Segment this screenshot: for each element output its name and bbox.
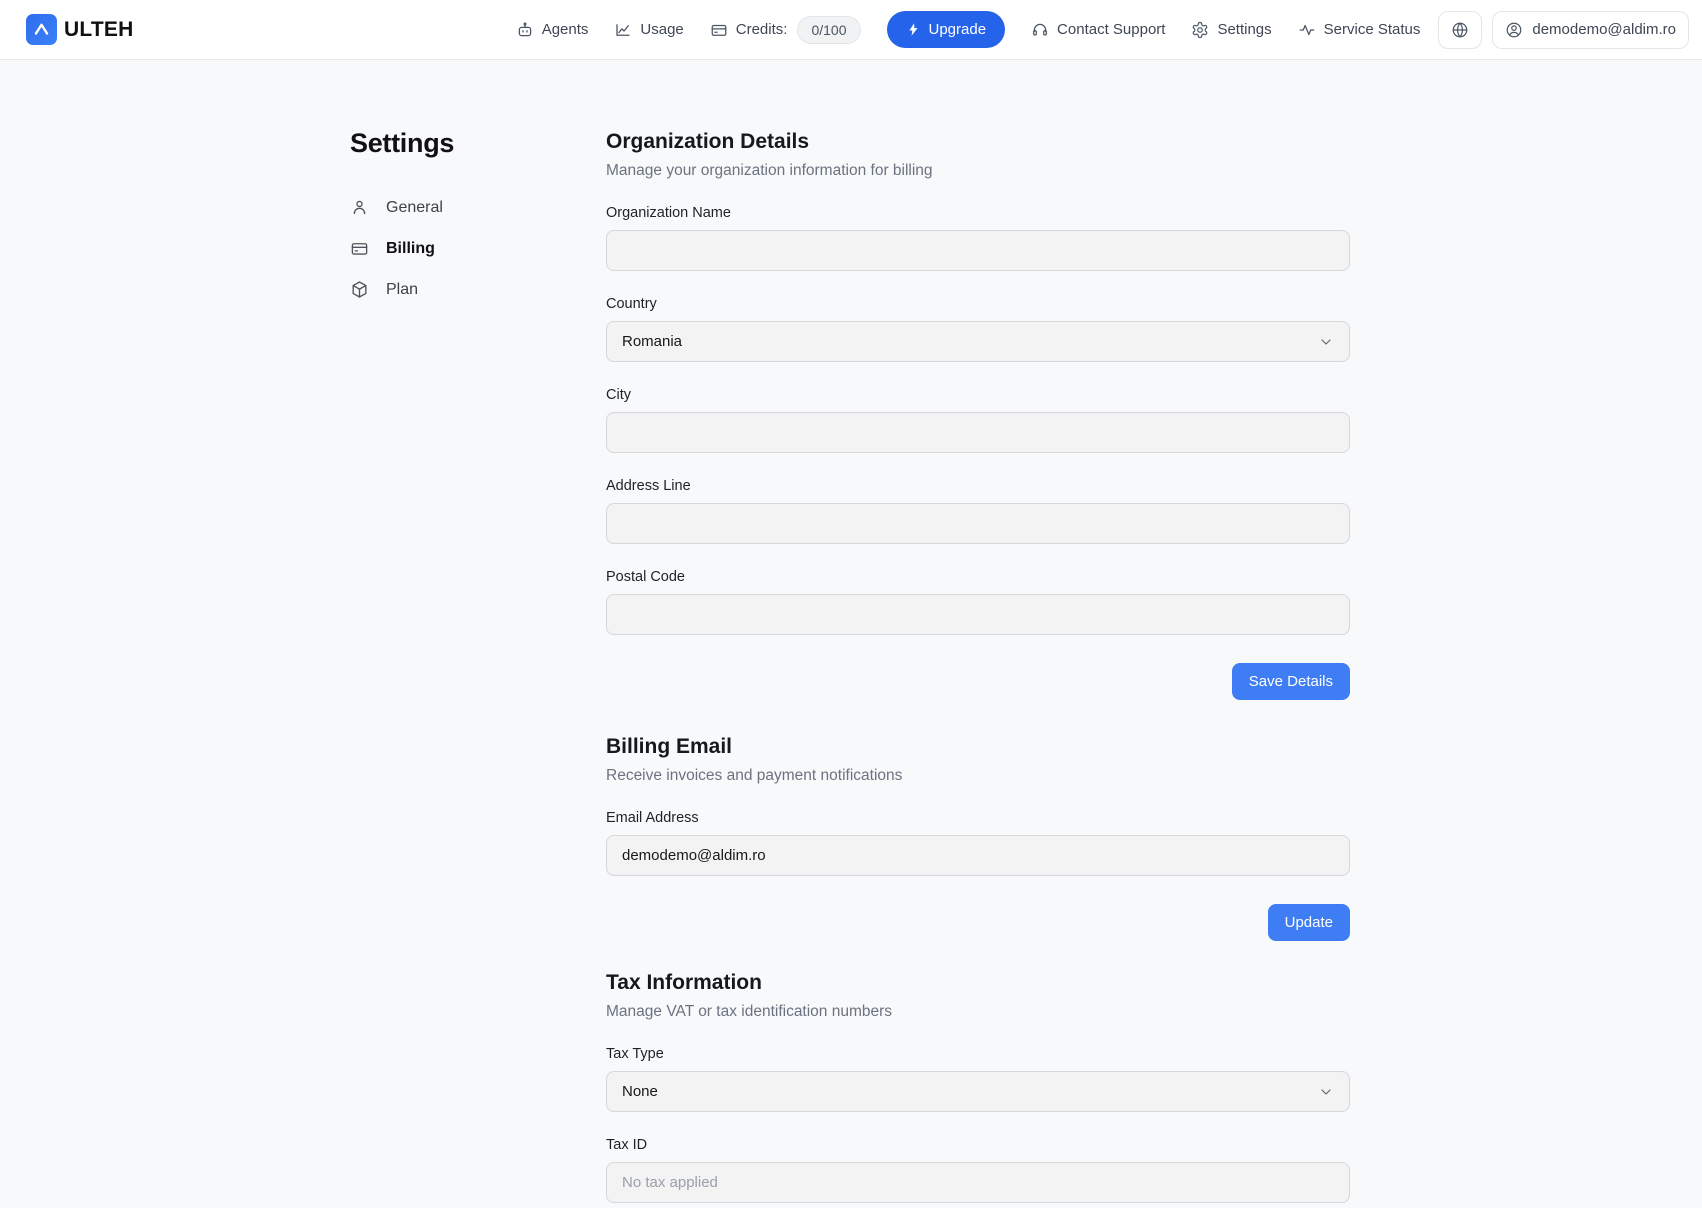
tax-id-group: Tax ID xyxy=(606,1136,1350,1203)
tax-type-selected-value: None xyxy=(622,1083,658,1100)
tax-information-section: Tax Information Manage VAT or tax identi… xyxy=(606,969,1350,1203)
billing-email-actions: Update xyxy=(606,904,1350,941)
update-email-button[interactable]: Update xyxy=(1268,904,1350,941)
credits-badge: 0/100 xyxy=(797,16,860,44)
tax-id-label: Tax ID xyxy=(606,1136,1350,1154)
nav-credits-label: Credits: xyxy=(736,21,788,38)
billing-settings-main: Organization Details Manage your organiz… xyxy=(606,128,1350,1203)
email-address-input[interactable] xyxy=(606,835,1350,876)
sidebar-item-label: General xyxy=(386,199,443,217)
nav-service-status-label: Service Status xyxy=(1324,21,1421,38)
account-email: demodemo@aldim.ro xyxy=(1532,21,1676,38)
address-line-group: Address Line xyxy=(606,477,1350,544)
chevron-down-icon xyxy=(1318,1084,1334,1100)
navbar-end: demodemo@aldim.ro xyxy=(1438,11,1689,49)
upgrade-label: Upgrade xyxy=(929,21,987,38)
nav-service-status[interactable]: Service Status xyxy=(1298,21,1421,39)
sidebar-item-label: Plan xyxy=(386,281,418,299)
organization-name-input[interactable] xyxy=(606,230,1350,271)
email-address-group: Email Address xyxy=(606,809,1350,876)
organization-name-label: Organization Name xyxy=(606,204,1350,222)
credit-card-icon xyxy=(350,239,369,258)
country-selected-value: Romania xyxy=(622,333,682,350)
nav-settings-label: Settings xyxy=(1217,21,1271,38)
section-title: Tax Information xyxy=(606,969,1350,997)
email-address-label: Email Address xyxy=(606,809,1350,827)
headset-icon xyxy=(1031,21,1049,39)
brand-name: ULTEH xyxy=(64,18,133,42)
sidebar-item-billing[interactable]: Billing xyxy=(350,236,606,261)
globe-icon xyxy=(1451,21,1469,39)
nav-usage[interactable]: Usage xyxy=(614,21,683,39)
nav-credits[interactable]: Credits: 0/100 xyxy=(710,16,861,44)
city-group: City xyxy=(606,386,1350,453)
save-details-button[interactable]: Save Details xyxy=(1232,663,1350,700)
top-navbar: ULTEH Agents Usage xyxy=(0,0,1702,60)
credit-card-icon xyxy=(710,21,728,39)
tax-type-select[interactable]: None xyxy=(606,1071,1350,1112)
postal-code-input[interactable] xyxy=(606,594,1350,635)
postal-code-label: Postal Code xyxy=(606,568,1350,586)
settings-sidebar: Settings General Billing xyxy=(350,128,606,1203)
section-title: Organization Details xyxy=(606,128,1350,156)
sidebar-item-general[interactable]: General xyxy=(350,195,606,220)
section-subtitle: Manage VAT or tax identification numbers xyxy=(606,1001,1350,1022)
gear-icon xyxy=(1191,21,1209,39)
nav-agents-label: Agents xyxy=(542,21,589,38)
navbar-right: Agents Usage Credits: 0/100 xyxy=(516,11,1689,49)
page-title: Settings xyxy=(350,128,606,159)
activity-icon xyxy=(1298,21,1316,39)
address-line-label: Address Line xyxy=(606,477,1350,495)
organization-details-section: Organization Details Manage your organiz… xyxy=(606,128,1350,700)
organization-name-group: Organization Name xyxy=(606,204,1350,271)
section-subtitle: Manage your organization information for… xyxy=(606,160,1350,181)
country-label: Country xyxy=(606,295,1350,313)
nav-usage-label: Usage xyxy=(640,21,683,38)
nav-settings[interactable]: Settings xyxy=(1191,21,1271,39)
tax-type-group: Tax Type None xyxy=(606,1045,1350,1112)
sidebar-item-plan[interactable]: Plan xyxy=(350,277,606,302)
billing-email-section: Billing Email Receive invoices and payme… xyxy=(606,733,1350,941)
chevron-down-icon xyxy=(1318,334,1334,350)
nav-agents[interactable]: Agents xyxy=(516,21,589,39)
package-icon xyxy=(350,280,369,299)
user-icon xyxy=(350,198,369,217)
section-subtitle: Receive invoices and payment notificatio… xyxy=(606,765,1350,786)
postal-code-group: Postal Code xyxy=(606,568,1350,635)
lightning-icon xyxy=(906,22,921,37)
city-label: City xyxy=(606,386,1350,404)
user-circle-icon xyxy=(1505,21,1523,39)
country-group: Country Romania xyxy=(606,295,1350,362)
usage-chart-icon xyxy=(614,21,632,39)
tax-id-input[interactable] xyxy=(606,1162,1350,1203)
nav-contact-support[interactable]: Contact Support xyxy=(1031,21,1165,39)
language-button[interactable] xyxy=(1438,11,1482,49)
organization-actions: Save Details xyxy=(606,663,1350,700)
tax-type-label: Tax Type xyxy=(606,1045,1350,1063)
nav-contact-support-label: Contact Support xyxy=(1057,21,1165,38)
account-button[interactable]: demodemo@aldim.ro xyxy=(1492,11,1689,49)
brand-logo[interactable]: ULTEH xyxy=(26,14,133,45)
city-input[interactable] xyxy=(606,412,1350,453)
address-line-input[interactable] xyxy=(606,503,1350,544)
upgrade-button[interactable]: Upgrade xyxy=(887,11,1006,48)
robot-icon xyxy=(516,21,534,39)
country-select[interactable]: Romania xyxy=(606,321,1350,362)
sidebar-item-label: Billing xyxy=(386,240,435,258)
settings-page: Settings General Billing xyxy=(0,60,1702,1203)
ulteh-logo-icon xyxy=(26,14,57,45)
section-title: Billing Email xyxy=(606,733,1350,761)
